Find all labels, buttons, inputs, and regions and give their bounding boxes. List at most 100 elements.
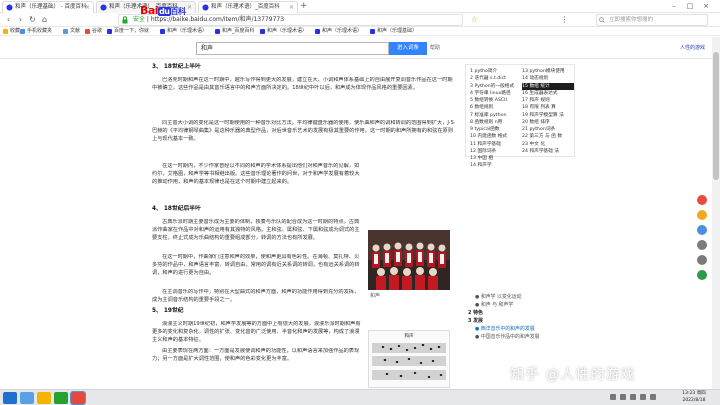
explorer-icon[interactable] xyxy=(37,392,51,404)
baidu-icon xyxy=(370,29,375,34)
toc-row: 1 pytho简介 13 python模块使用 xyxy=(470,68,574,75)
toc-item[interactable]: 7 标准库 python xyxy=(470,112,522,119)
bookmark-item[interactable]: 和声（乐理术语） xyxy=(315,27,362,36)
toc-item[interactable]: 8 函数规则 n用 xyxy=(470,119,522,126)
toc-item[interactable]: 23 中文 化 xyxy=(522,141,574,148)
sidenav-item[interactable]: ● 西洋音乐中的和声的发展 xyxy=(465,325,545,333)
volume-icon[interactable] xyxy=(620,394,626,400)
toc-item[interactable]: 18 有限 列表 算 xyxy=(522,104,574,111)
staff-graphic xyxy=(372,343,446,380)
toc-item[interactable] xyxy=(522,162,574,169)
sheet-music-image[interactable]: 和声 xyxy=(368,330,450,388)
toc-row: 8 函数规则 n用 20 数组 排序 xyxy=(470,119,574,126)
toc-item[interactable]: 13 中国 相 xyxy=(470,155,522,162)
choir-photo[interactable] xyxy=(368,230,450,290)
close-window-icon[interactable]: × xyxy=(700,0,712,12)
extensions-icon[interactable]: ⋮ xyxy=(560,14,569,26)
bookmark-item[interactable]: 和声（乐理基础） xyxy=(370,27,417,36)
bookmark-item[interactable]: 百度一下，你就 xyxy=(107,27,149,36)
toc-item[interactable]: 20 数组 排序 xyxy=(522,119,574,126)
bookmark-item[interactable]: 谷歌 xyxy=(85,27,102,36)
input-method-icon[interactable] xyxy=(640,394,646,400)
clock[interactable]: 13:23 周四 2022/8/18 xyxy=(676,391,712,404)
tab-close-icon[interactable]: × xyxy=(187,2,192,13)
watermark: 知乎 @人性的游戏 xyxy=(510,367,636,383)
sidenav-item[interactable]: 3 发展 xyxy=(465,317,545,325)
toc-item[interactable]: 19 和声学模型算 法 xyxy=(522,112,574,119)
toc-row: 5 数组转换 ASCII 17 和声 规则 xyxy=(470,97,574,104)
forward-icon[interactable]: › xyxy=(16,14,25,26)
toc-item[interactable]: 5 数组转换 ASCII xyxy=(470,97,522,104)
favorite-icon[interactable] xyxy=(697,210,707,220)
toc-item[interactable]: 12 国际词条 xyxy=(470,148,522,155)
share-icon[interactable] xyxy=(697,225,707,235)
bookmark-item[interactable]: 和声（乐理术语） xyxy=(160,27,207,36)
bookmark-item[interactable]: 和声（乐理术语） xyxy=(260,27,307,36)
top-icon[interactable] xyxy=(697,270,707,280)
user-link[interactable]: 人性的游戏 xyxy=(680,42,705,55)
toc-item[interactable]: 3 Python的一般格式 xyxy=(470,83,522,90)
toc-item[interactable]: 16 生成器表达式 xyxy=(522,90,574,97)
bookmark-item[interactable]: 和声_百度百科 xyxy=(215,27,255,36)
clock-date: 2022/8/18 xyxy=(682,397,706,403)
network-icon[interactable] xyxy=(610,394,616,400)
toc-item[interactable]: 22 第三方 与 函 数 xyxy=(522,133,574,140)
toc-item[interactable]: 10 内建函数 格式 xyxy=(470,133,522,140)
task-view-icon[interactable] xyxy=(20,392,34,404)
enter-entry-button[interactable]: 进入词条 xyxy=(389,42,427,55)
toc-row: 9 typical函数 21 python词条 xyxy=(470,126,574,133)
tab-close-icon[interactable]: × xyxy=(289,2,294,13)
sidenav-item[interactable]: ● 和声 与 和声学 xyxy=(465,301,545,309)
minimize-icon[interactable]: – xyxy=(668,0,680,12)
tab-1[interactable]: 和声（乐理基础） - 百度百科 × xyxy=(2,1,94,13)
toc-item[interactable]: 14 和声学 xyxy=(470,162,522,169)
edit-icon[interactable] xyxy=(697,240,707,250)
star-icon[interactable]: ☆ xyxy=(470,14,479,26)
battery-icon[interactable] xyxy=(630,394,636,400)
start-icon[interactable] xyxy=(3,392,17,404)
toc-item[interactable]: 21 python词条 xyxy=(522,126,574,133)
paragraph: 古典乐派时期主要音乐成为主要的体制，独奏与乐队的配合成为这一时期的特点。古典派作… xyxy=(152,219,360,241)
notification-icon[interactable] xyxy=(650,394,656,400)
toc-item[interactable]: 14 动态规划 xyxy=(522,75,574,82)
bookmark-item[interactable]: 手机收藏夹 xyxy=(20,27,52,36)
scrollbar-thumb[interactable] xyxy=(713,52,719,180)
baike-logo[interactable]: Baidu百科 xyxy=(140,4,186,19)
toc-item[interactable]: 15 数组 统计 xyxy=(522,82,574,90)
help-link[interactable]: 帮助 xyxy=(430,42,448,55)
sidenav-item[interactable]: ● 和声学 以变化运动 xyxy=(465,293,545,301)
toc-item[interactable]: 4 字符串 linux路径 xyxy=(470,90,522,97)
baike-search-input[interactable]: 和声 xyxy=(196,42,389,55)
bookmark-item[interactable]: 文献 xyxy=(63,27,80,36)
browser-icon[interactable] xyxy=(54,392,68,404)
tab-3[interactable]: 和声（乐理术语）_百度百科 × xyxy=(198,1,298,13)
new-tab-button[interactable]: + xyxy=(300,0,308,12)
baidu-favicon-icon xyxy=(100,4,107,11)
bookmarks-bar: 收藏 手机收藏夹 文献 谷歌 百度一下，你就 和声（乐理术语） 和声_百度百科 … xyxy=(0,27,720,36)
browser-search-input[interactable]: 立即搜索你想搜的 xyxy=(596,14,708,26)
toc-item[interactable]: 24 和声学基础 法 xyxy=(522,148,574,155)
taskbar: 13:23 周四 2022/8/18 xyxy=(0,389,720,405)
toc-item[interactable]: 2 迭代器 s.t.dict xyxy=(470,75,522,82)
refresh-icon[interactable]: ↻ xyxy=(28,14,37,26)
toc-item[interactable]: 1 pytho简介 xyxy=(470,68,522,75)
baidu-favicon-icon xyxy=(202,4,209,11)
toc-item[interactable] xyxy=(522,155,574,162)
active-app-icon[interactable] xyxy=(70,391,86,405)
sidenav-item[interactable]: 2 特色 xyxy=(465,309,545,317)
tab-close-icon[interactable]: × xyxy=(85,2,90,13)
toc-item[interactable]: 13 python模块使用 xyxy=(522,68,574,75)
home-icon[interactable]: ⌂ xyxy=(40,14,49,26)
toc-item[interactable]: 9 typical函数 xyxy=(470,126,522,133)
toc-item[interactable]: 17 和声 规则 xyxy=(522,97,574,104)
maximize-icon[interactable]: □ xyxy=(684,0,696,12)
bookmark-item[interactable]: 收藏 xyxy=(3,27,20,36)
sidenav-item[interactable]: ● 中国音乐作品中的和声发展 xyxy=(465,333,545,341)
weibo-icon[interactable] xyxy=(697,195,707,205)
back-icon[interactable]: ‹ xyxy=(4,14,13,26)
toc-item[interactable]: 6 数组规则 xyxy=(470,104,522,111)
title-bar: 和声（乐理基础） - 百度百科 × 和声（乐理术语）_百度百科 × 和声（乐理术… xyxy=(0,0,720,13)
toc-item[interactable]: 11 和声学基础 xyxy=(470,141,522,148)
toc-row: 12 国际词条 24 和声学基础 法 xyxy=(470,148,574,155)
feedback-icon[interactable] xyxy=(697,255,707,265)
